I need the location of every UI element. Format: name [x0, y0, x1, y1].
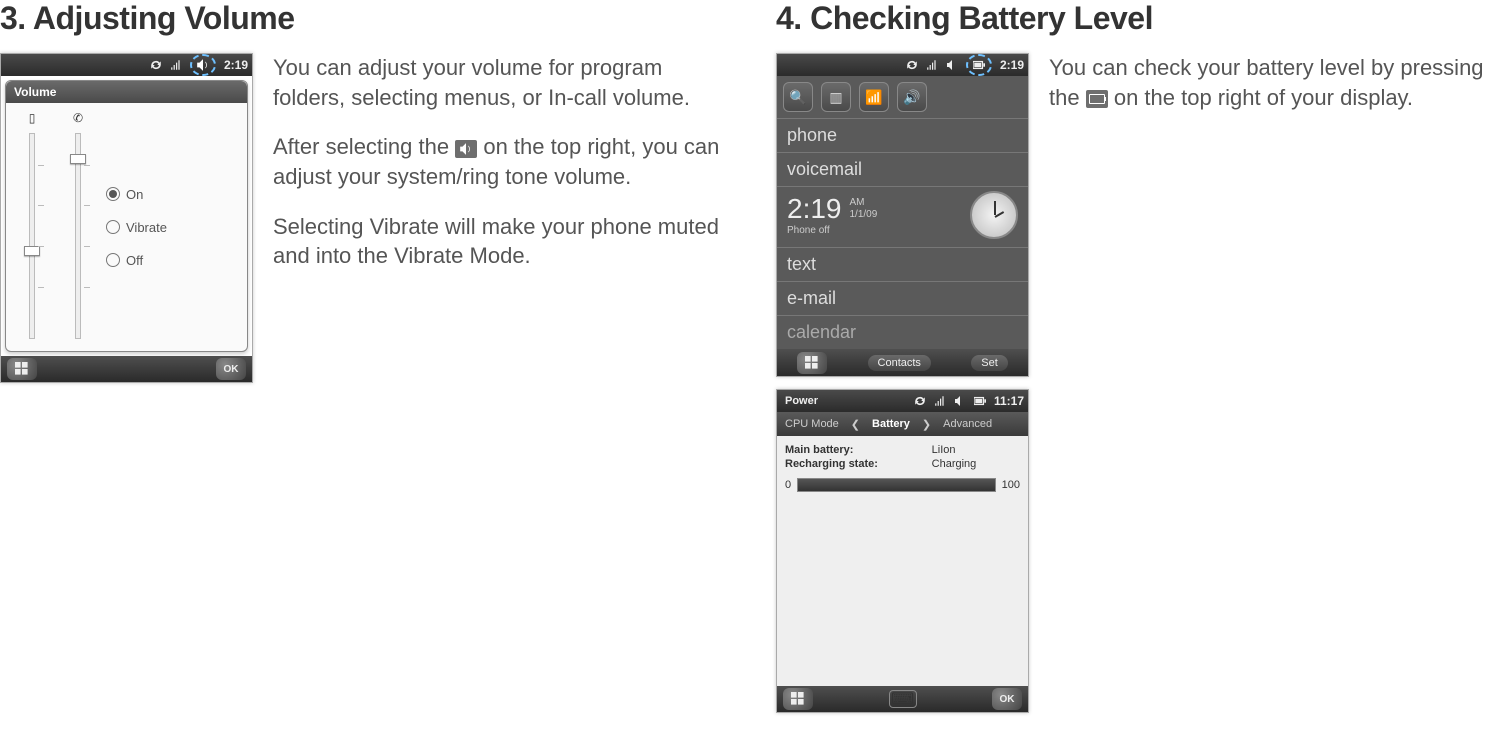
ok-button[interactable]: OK: [992, 688, 1022, 710]
start-button[interactable]: [7, 358, 37, 380]
section-title-battery: 4. Checking Battery Level: [776, 0, 1512, 37]
home-screenshot: 2:19 🔍 ▥ 📶 🔊 phone voicemail: [776, 53, 1029, 377]
sync-icon: [906, 59, 918, 71]
home-item-email[interactable]: e-mail: [777, 281, 1028, 315]
signal-icon: [926, 59, 938, 71]
tab-advanced[interactable]: Advanced: [935, 418, 1000, 430]
volume-para-3: Selecting Vibrate will make your phone m…: [273, 212, 736, 271]
power-title: Power: [781, 395, 818, 407]
chevron-right-icon[interactable]: ❯: [918, 418, 935, 431]
recharge-label: Recharging state:: [785, 458, 922, 470]
battery-icon-highlight: [966, 54, 992, 76]
device-icon: ▯: [29, 111, 36, 129]
radio-on-label: On: [126, 187, 143, 202]
text-fragment: on the top right of your display.: [1114, 85, 1413, 110]
battery-icon: [1086, 90, 1108, 108]
signal-app-icon[interactable]: 📶: [859, 82, 889, 112]
battery-bar-max: 100: [1002, 479, 1020, 491]
analog-clock-icon: [970, 191, 1018, 239]
volume-para-2: After selecting the on the top right, yo…: [273, 132, 736, 191]
radio-icon: [106, 220, 120, 234]
sync-icon: [914, 395, 926, 407]
phone-ring-icon: ✆: [73, 111, 83, 129]
app-icon[interactable]: ▥: [821, 82, 851, 112]
volume-icon[interactable]: [946, 59, 958, 71]
set-button[interactable]: Set: [971, 355, 1008, 371]
phone-state: Phone off: [787, 225, 842, 237]
status-time: 2:19: [224, 58, 248, 72]
sync-icon: [150, 59, 162, 71]
main-battery-label: Main battery:: [785, 444, 922, 456]
volume-popup: Volume ▯ ✆: [5, 80, 248, 352]
status-time: 11:17: [994, 394, 1024, 408]
battery-progress-bar: [797, 478, 996, 492]
status-time: 2:19: [1000, 58, 1024, 72]
home-item-phone[interactable]: phone: [777, 118, 1028, 152]
statusbar: Power 11:17: [777, 390, 1028, 412]
section-title-volume: 3. Adjusting Volume: [0, 0, 736, 37]
radio-on[interactable]: On: [106, 187, 239, 202]
start-button[interactable]: [797, 352, 827, 374]
bottombar: OK: [1, 356, 252, 382]
signal-icon: [934, 395, 946, 407]
statusbar: 2:19: [777, 54, 1028, 76]
volume-popup-title: Volume: [6, 81, 247, 103]
clock-ampm: AM: [850, 197, 878, 209]
power-screenshot: Power 11:17 CPU Mode ❮ Battery ❯: [776, 389, 1029, 713]
clock-time: 2:19: [787, 193, 842, 225]
home-item-voicemail[interactable]: voicemail: [777, 152, 1028, 186]
start-button[interactable]: [783, 688, 813, 710]
volume-icon-highlight: [190, 54, 216, 76]
statusbar: 2:19: [1, 54, 252, 76]
radio-vibrate[interactable]: Vibrate: [106, 220, 239, 235]
keyboard-icon[interactable]: ⌨: [889, 690, 917, 708]
home-item-text[interactable]: text: [777, 247, 1028, 281]
volume-icon[interactable]: [196, 58, 210, 72]
radio-off[interactable]: Off: [106, 253, 239, 268]
sound-app-icon[interactable]: 🔊: [897, 82, 927, 112]
contacts-button[interactable]: Contacts: [868, 355, 931, 371]
launcher-row: 🔍 ▥ 📶 🔊: [777, 76, 1028, 118]
system-volume-slider[interactable]: ▯: [14, 111, 50, 343]
power-tabs: CPU Mode ❮ Battery ❯ Advanced: [777, 412, 1028, 436]
ring-volume-slider[interactable]: ✆: [60, 111, 96, 343]
volume-para-1: You can adjust your volume for program f…: [273, 53, 736, 112]
main-battery-value: LiIon: [932, 444, 1020, 456]
radio-icon: [106, 187, 120, 201]
clock-date: 1/1/09: [850, 209, 878, 221]
speaker-icon: [455, 140, 477, 158]
signal-icon: [170, 59, 182, 71]
volume-icon[interactable]: [954, 395, 966, 407]
home-item-calendar[interactable]: calendar: [777, 315, 1028, 349]
radio-icon: [106, 253, 120, 267]
tab-battery[interactable]: Battery: [864, 418, 918, 430]
chevron-left-icon[interactable]: ❮: [847, 418, 864, 431]
radio-vibrate-label: Vibrate: [126, 220, 167, 235]
ok-button[interactable]: OK: [216, 358, 246, 380]
tab-cpu[interactable]: CPU Mode: [777, 418, 847, 430]
zoom-icon[interactable]: 🔍: [783, 82, 813, 112]
battery-para-1: You can check your battery level by pres…: [1049, 53, 1512, 112]
battery-icon[interactable]: [974, 395, 986, 407]
battery-icon[interactable]: [973, 59, 985, 71]
recharge-value: Charging: [932, 458, 1020, 470]
home-clock-row[interactable]: 2:19 Phone off AM 1/1/09: [777, 186, 1028, 247]
text-fragment: After selecting the: [273, 134, 455, 159]
battery-bar-min: 0: [785, 479, 791, 491]
volume-screenshot: 2:19 Volume ▯: [0, 53, 253, 383]
radio-off-label: Off: [126, 253, 143, 268]
